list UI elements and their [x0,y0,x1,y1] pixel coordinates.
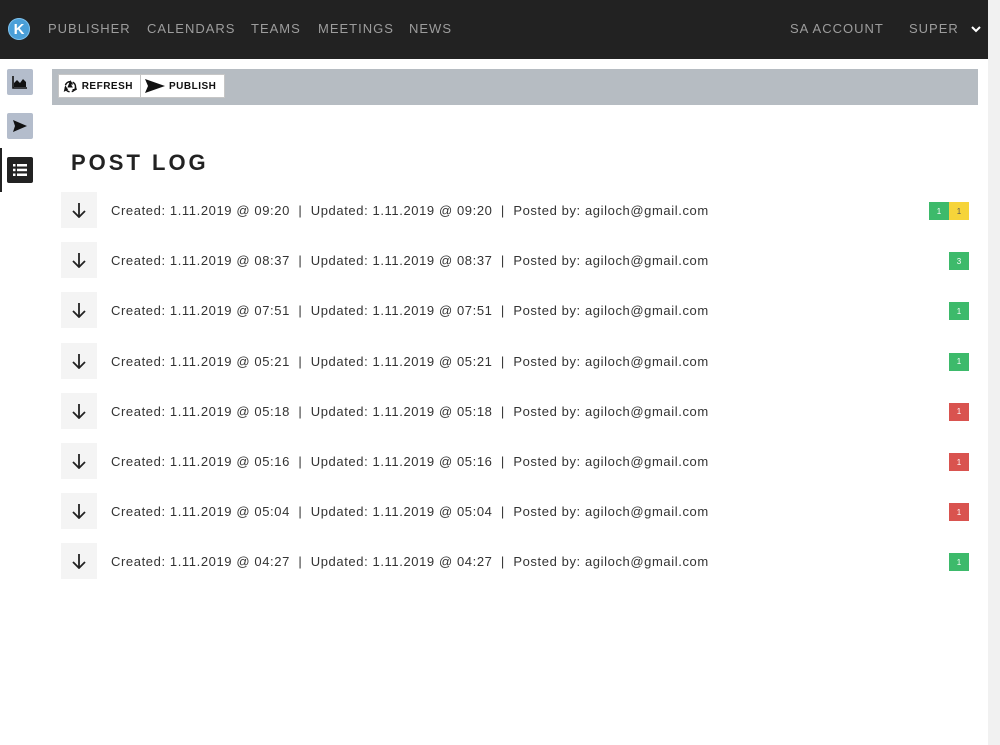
list-item: Created: 1.11.2019 @ 09:20 | Updated: 1.… [61,192,971,230]
list-item: Created: 1.11.2019 @ 07:51 | Updated: 1.… [61,292,971,330]
status-badge: 1 [929,202,949,220]
list-item: Created: 1.11.2019 @ 05:21 | Updated: 1.… [61,342,971,381]
publish-label: PUBLISH [169,80,217,92]
sidebar-item-analytics[interactable] [7,69,33,95]
list-item: Created: 1.11.2019 @ 04:27 | Updated: 1.… [61,543,971,581]
status-badges: 1 [949,453,969,471]
log-entry-text: Created: 1.11.2019 @ 05:04 | Updated: 1.… [111,504,709,520]
expand-button[interactable] [61,342,97,379]
list-item: Created: 1.11.2019 @ 05:18 | Updated: 1.… [61,392,971,431]
log-entry-text: Created: 1.11.2019 @ 08:37 | Updated: 1.… [111,253,709,269]
arrow-down-icon [72,504,86,520]
status-badge: 1 [949,402,969,421]
expand-button[interactable] [61,292,97,329]
sidebar-item-post-log[interactable] [7,157,33,183]
nav-publisher[interactable]: PUBLISHER [48,21,131,36]
status-badge: 1 [949,352,969,371]
send-icon [145,79,165,93]
user-menu[interactable]: SUPER [909,21,982,36]
status-badges: 3 [949,252,969,271]
page-title: POST LOG [71,150,209,175]
expand-button[interactable] [61,543,97,580]
status-badges: 1 [949,503,969,522]
arrow-down-icon [72,203,86,218]
arrow-down-icon [72,403,86,419]
list-item: Created: 1.11.2019 @ 05:16 | Updated: 1.… [61,443,971,481]
recycle-icon [63,80,77,93]
refresh-button[interactable]: REFRESH [58,74,141,98]
log-entry-text: Created: 1.11.2019 @ 05:18 | Updated: 1.… [111,403,709,419]
sidebar-active-indicator [0,148,2,192]
arrow-down-icon [72,554,86,570]
expand-button[interactable] [61,493,97,530]
status-badge: 1 [949,553,969,572]
nav-news[interactable]: NEWS [409,21,452,36]
user-name: SUPER [909,21,959,36]
status-badge: 1 [949,503,969,522]
status-badge: 1 [949,302,969,321]
nav-calendars[interactable]: CALENDARS [147,21,235,36]
log-entry-text: Created: 1.11.2019 @ 05:21 | Updated: 1.… [111,353,709,369]
nav-teams[interactable]: TEAMS [251,21,301,36]
list-icon [13,164,27,176]
toolbar: REFRESH PUBLISH [52,69,978,105]
expand-button[interactable] [61,392,97,429]
nav-account[interactable]: SA ACCOUNT [790,21,884,36]
arrow-down-icon [72,253,86,269]
top-navbar: K PUBLISHER CALENDARS TEAMS MEETINGS NEW… [0,0,988,59]
status-badges: 1 [949,553,969,572]
log-entry-text: Created: 1.11.2019 @ 07:51 | Updated: 1.… [111,303,709,319]
expand-button[interactable] [61,192,97,228]
status-badge: 1 [949,202,969,220]
app-logo[interactable]: K [8,18,30,40]
sidebar-item-publish[interactable] [7,113,33,139]
expand-button[interactable] [61,242,97,279]
arrow-down-icon [72,353,86,369]
send-icon [13,120,27,132]
status-badges: 1 [949,352,969,371]
status-badges: 11 [929,202,969,220]
list-item: Created: 1.11.2019 @ 08:37 | Updated: 1.… [61,242,971,280]
chevron-down-icon [971,26,982,33]
status-badges: 1 [949,302,969,321]
refresh-label: REFRESH [81,80,133,92]
nav-meetings[interactable]: MEETINGS [318,21,394,36]
arrow-down-icon [72,454,86,469]
log-entry-text: Created: 1.11.2019 @ 04:27 | Updated: 1.… [111,554,709,570]
arrow-down-icon [72,303,86,319]
log-entry-text: Created: 1.11.2019 @ 09:20 | Updated: 1.… [111,203,709,218]
area-chart-icon [12,76,27,89]
expand-button[interactable] [61,443,97,479]
status-badge: 1 [949,453,969,471]
publish-button[interactable]: PUBLISH [140,74,225,98]
list-item: Created: 1.11.2019 @ 05:04 | Updated: 1.… [61,493,971,531]
log-entry-text: Created: 1.11.2019 @ 05:16 | Updated: 1.… [111,454,709,469]
status-badge: 3 [949,252,969,271]
status-badges: 1 [949,402,969,421]
page-scrollbar[interactable] [988,0,1000,745]
